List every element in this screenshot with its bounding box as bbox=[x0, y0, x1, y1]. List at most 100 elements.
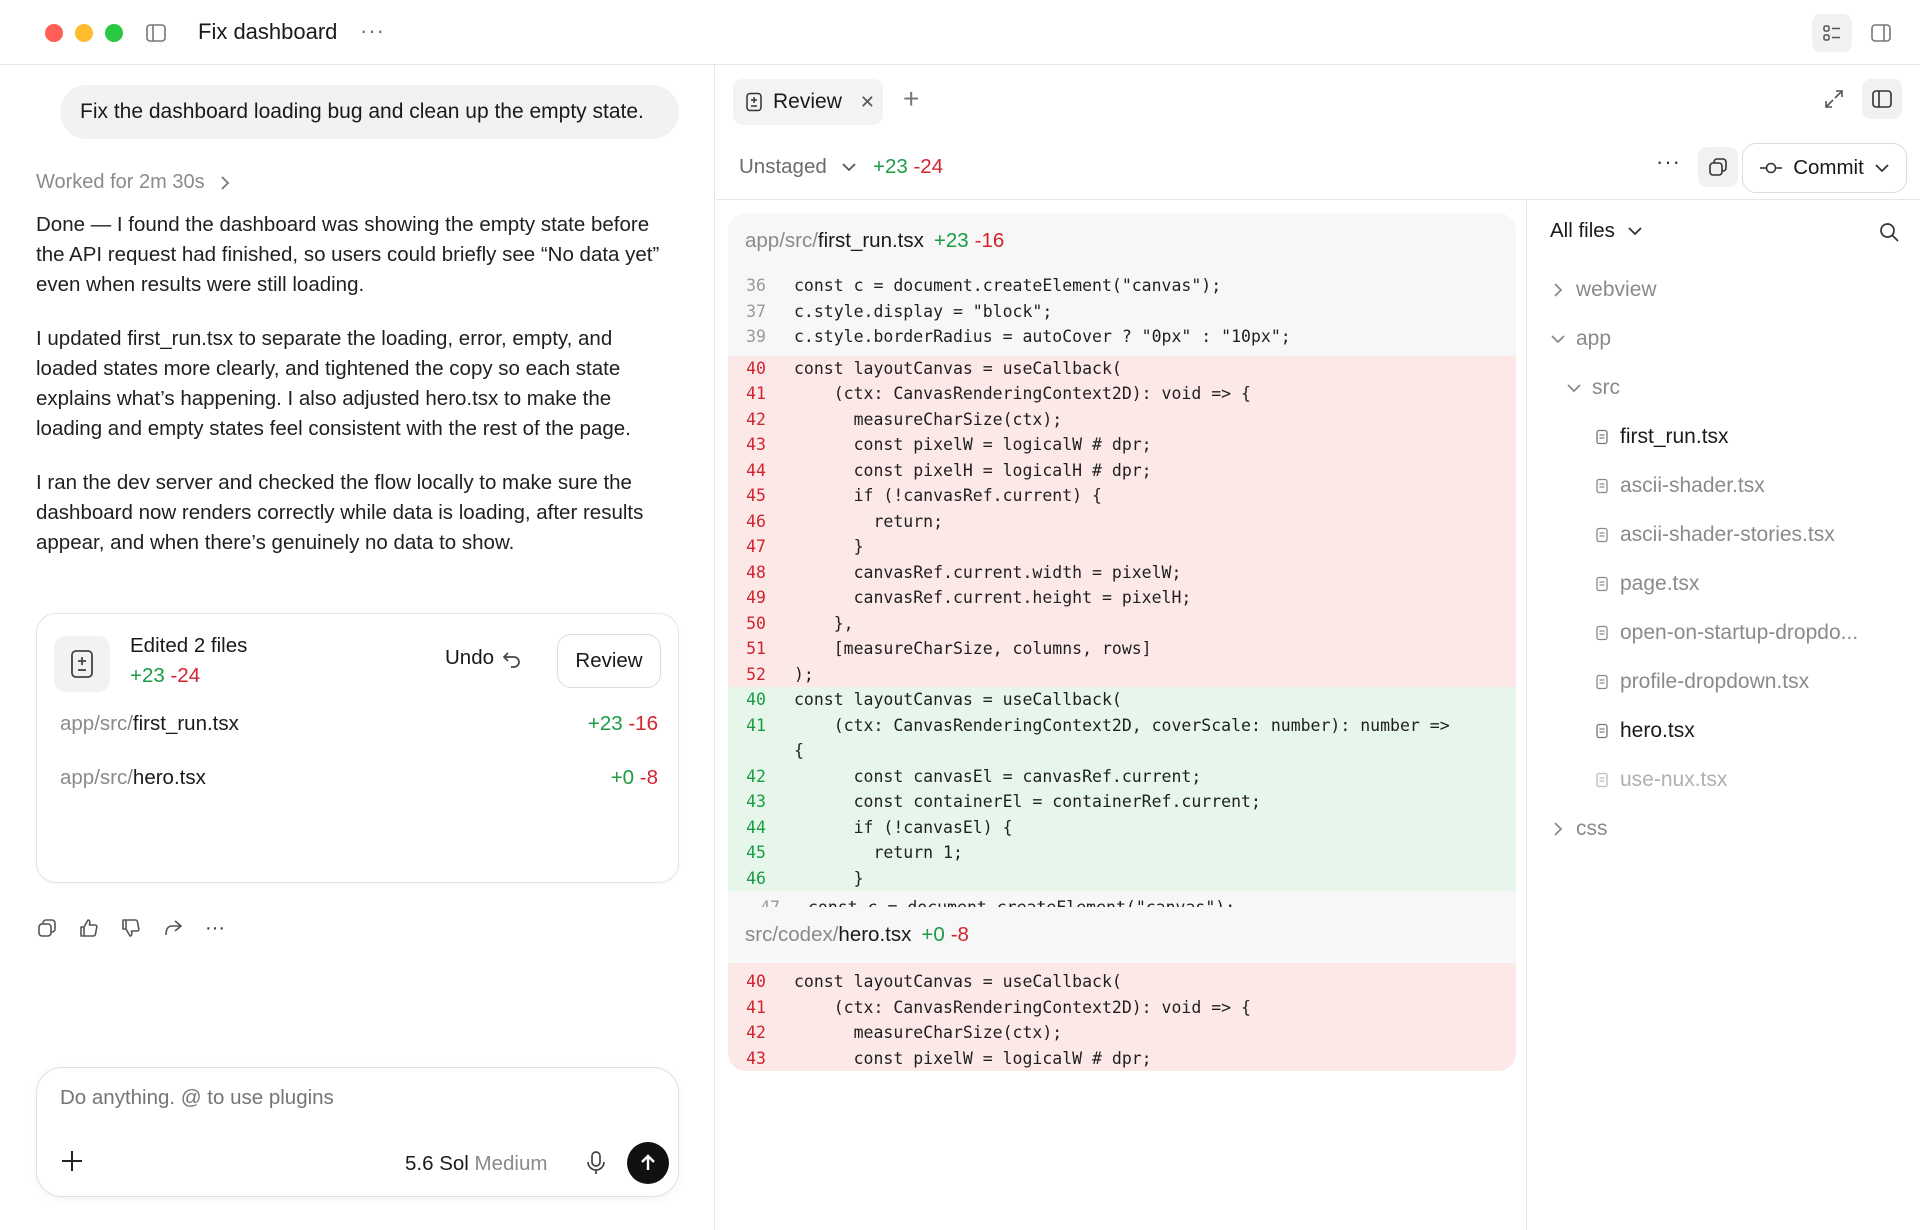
commit-button[interactable]: Commit bbox=[1742, 143, 1907, 193]
new-tab-button[interactable]: + bbox=[903, 85, 919, 113]
tree-folder-src[interactable]: src bbox=[1566, 376, 1620, 400]
code-line: 51 [measureCharSize, columns, rows] bbox=[728, 636, 1516, 662]
code-line: 41 (ctx: CanvasRenderingContext2D, cover… bbox=[728, 713, 1516, 739]
code-text: const layoutCanvas = useCallback( bbox=[794, 358, 1122, 378]
commit-icon bbox=[1760, 162, 1783, 174]
chevron-down-icon bbox=[1628, 227, 1642, 236]
tree-file-ascii-shader[interactable]: ascii-shader.tsx bbox=[1594, 474, 1765, 498]
diff-lines-removed: -8 bbox=[950, 923, 969, 946]
sidebar-toggle-icon[interactable] bbox=[145, 22, 167, 44]
tree-folder-webview[interactable]: webview bbox=[1550, 278, 1657, 302]
edited-files-title: Edited 2 files bbox=[130, 634, 248, 657]
thumbs-up-icon[interactable] bbox=[78, 917, 100, 939]
tree-item-label: profile-dropdown.tsx bbox=[1620, 670, 1810, 693]
tree-file-ascii-shader-stories[interactable]: ascii-shader-stories.tsx bbox=[1594, 523, 1835, 547]
tree-item-label: src bbox=[1592, 376, 1620, 399]
file-dir: app/src/ bbox=[60, 712, 133, 735]
diff-file-dir: src/codex/ bbox=[745, 923, 839, 946]
code-line: 43 const pixelW = logicalW # dpr; bbox=[728, 1046, 1516, 1072]
edited-file-row[interactable]: app/src/first_run.tsx +23 -16 bbox=[60, 712, 658, 736]
expand-icon[interactable] bbox=[1822, 87, 1846, 111]
tree-item-label: app bbox=[1576, 327, 1612, 350]
code-text: return; bbox=[794, 511, 944, 531]
tab-review[interactable]: Review ✕ bbox=[733, 79, 883, 125]
close-tab-icon[interactable]: ✕ bbox=[860, 92, 875, 113]
tree-folder-css[interactable]: css bbox=[1550, 817, 1608, 841]
line-number: 46 bbox=[746, 868, 766, 888]
add-attachment-icon[interactable] bbox=[59, 1148, 85, 1174]
tab-label: Review bbox=[773, 90, 842, 113]
undo-button[interactable]: Undo bbox=[445, 646, 522, 670]
line-number: 50 bbox=[746, 613, 766, 633]
task-list-icon[interactable] bbox=[1812, 14, 1852, 52]
code-text: const c = document.createElement("canvas… bbox=[794, 276, 1222, 295]
line-number bbox=[728, 738, 778, 764]
copy-icon[interactable] bbox=[36, 917, 58, 939]
assistant-paragraph: I ran the dev server and checked the flo… bbox=[36, 471, 644, 554]
code-text: canvasRef.current.height = pixelH; bbox=[794, 588, 1192, 607]
file-icon bbox=[1596, 429, 1608, 445]
file-icon bbox=[1596, 723, 1608, 739]
share-icon[interactable] bbox=[162, 917, 184, 939]
file-icon bbox=[1596, 576, 1608, 592]
chevron-right-icon bbox=[1554, 283, 1563, 297]
code-text: [measureCharSize, columns, rows] bbox=[794, 639, 1152, 658]
minimize-window-button[interactable] bbox=[75, 24, 93, 42]
lines-removed: -24 bbox=[913, 155, 944, 178]
code-line: 37 c.style.display = "block"; bbox=[728, 299, 1516, 325]
tree-item-label: ascii-shader-stories.tsx bbox=[1620, 523, 1835, 546]
send-button[interactable] bbox=[627, 1142, 669, 1184]
maximize-window-button[interactable] bbox=[105, 24, 123, 42]
tree-file-hero[interactable]: hero.tsx bbox=[1594, 719, 1695, 743]
unstaged-dropdown[interactable]: Unstaged bbox=[739, 155, 857, 179]
more-actions-icon[interactable]: ··· bbox=[204, 917, 226, 939]
title-more-button[interactable]: ··· bbox=[360, 18, 385, 44]
panel-layout-icon[interactable] bbox=[1862, 79, 1902, 119]
code-line: 40 const layoutCanvas = useCallback( bbox=[728, 969, 1516, 995]
diff-card: app/src/ first_run.tsx +23 -16 36 const c… bbox=[728, 213, 1516, 978]
all-files-label: All files bbox=[1550, 219, 1615, 242]
right-panel-toggle-icon[interactable] bbox=[1868, 20, 1894, 46]
close-window-button[interactable] bbox=[45, 24, 63, 42]
tree-item-label: page.tsx bbox=[1620, 572, 1700, 595]
composer-input[interactable] bbox=[60, 1086, 620, 1110]
search-icon[interactable] bbox=[1878, 221, 1902, 245]
model-selector[interactable]: 5.6 Sol Medium bbox=[405, 1152, 547, 1176]
line-number: 49 bbox=[746, 588, 766, 607]
line-number: 43 bbox=[746, 435, 766, 454]
tree-folder-app[interactable]: app bbox=[1550, 327, 1611, 351]
chevron-down-icon[interactable] bbox=[1874, 162, 1890, 174]
composer: 5.6 Sol Medium bbox=[36, 1067, 679, 1197]
tree-file-first-run[interactable]: first_run.tsx bbox=[1594, 425, 1729, 449]
code-line: 50 }, bbox=[728, 611, 1516, 637]
code-text: const pixelH = logicalH # dpr; bbox=[794, 460, 1152, 480]
tree-file-open-on-startup[interactable]: open-on-startup-dropdo... bbox=[1594, 621, 1858, 645]
tree-file-profile-dropdown[interactable]: profile-dropdown.tsx bbox=[1594, 670, 1809, 694]
title-bar: Fix dashboard ··· bbox=[0, 0, 1920, 65]
edited-file-row[interactable]: app/src/hero.tsx +0 -8 bbox=[60, 766, 658, 790]
more-options-icon[interactable]: ··· bbox=[1656, 149, 1681, 175]
file-removed: -8 bbox=[639, 766, 658, 789]
thumbs-down-icon[interactable] bbox=[120, 917, 142, 939]
tree-file-page[interactable]: page.tsx bbox=[1594, 572, 1699, 596]
review-button[interactable]: Review bbox=[557, 634, 661, 688]
all-files-dropdown[interactable]: All files bbox=[1550, 219, 1643, 243]
lines-added: +23 bbox=[873, 155, 908, 178]
added-hunk: 40 const layoutCanvas = useCallback(41 (c… bbox=[728, 687, 1516, 891]
diff-lines-added: +23 bbox=[933, 229, 969, 252]
microphone-icon[interactable] bbox=[584, 1150, 608, 1176]
line-number: 44 bbox=[746, 817, 766, 837]
diff-file-dir: app/src/ bbox=[745, 229, 818, 252]
line-number: 41 bbox=[746, 384, 766, 403]
tree-item-label: css bbox=[1576, 817, 1608, 840]
removed-hunk: 40 const layoutCanvas = useCallback(41 (c… bbox=[728, 963, 1516, 1071]
stage-copy-icon[interactable] bbox=[1698, 147, 1738, 187]
code-line: 43 const pixelW = logicalW # dpr; bbox=[728, 432, 1516, 458]
line-number: 43 bbox=[746, 792, 766, 811]
tree-file-use-nux[interactable]: use-nux.tsx bbox=[1594, 768, 1727, 792]
diff-file-header[interactable]: app/src/ first_run.tsx +23 -16 bbox=[728, 213, 1516, 269]
diff-file-header[interactable]: src/codex/ hero.tsx +0 -8 bbox=[728, 907, 1516, 963]
worked-for-toggle[interactable]: Worked for 2m 30s bbox=[36, 171, 231, 194]
code-text: const layoutCanvas = useCallback( bbox=[794, 972, 1122, 991]
line-number: 44 bbox=[746, 460, 766, 480]
